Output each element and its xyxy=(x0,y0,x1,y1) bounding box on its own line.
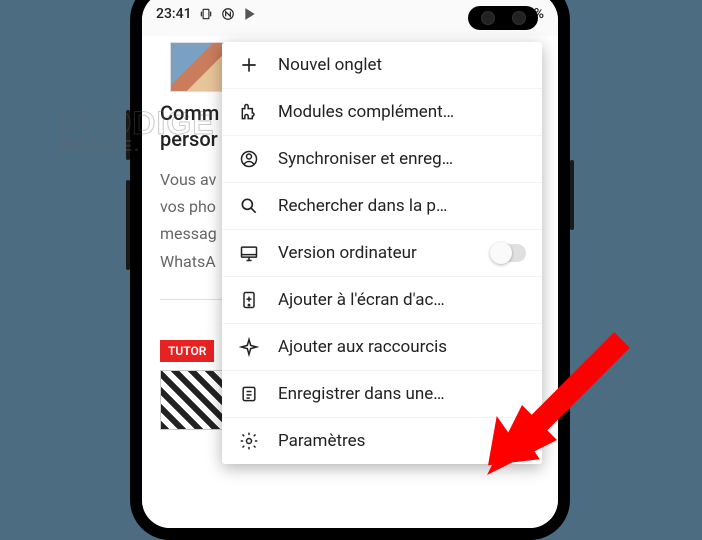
collection-icon xyxy=(238,383,260,405)
sparkle-icon xyxy=(238,336,260,358)
menu-label: Modules complément… xyxy=(278,102,526,122)
sync-user-icon xyxy=(238,148,260,170)
power-button[interactable] xyxy=(570,160,574,230)
desktop-icon xyxy=(238,242,260,264)
search-icon xyxy=(238,195,260,217)
menu-label: Nouvel onglet xyxy=(278,55,526,75)
screen: 23:41 75 % Comm xyxy=(142,0,558,528)
add-home-icon xyxy=(238,289,260,311)
menu-item-save-collection[interactable]: Enregistrer dans une… xyxy=(222,371,542,418)
phone-frame: 23:41 75 % Comm xyxy=(130,0,570,540)
menu-label: Version ordinateur xyxy=(278,243,472,263)
menu-item-add-shortcut[interactable]: Ajouter aux raccourcis xyxy=(222,324,542,371)
menu-item-add-home[interactable]: Ajouter à l'écran d'ac… xyxy=(222,277,542,324)
menu-item-settings[interactable]: Paramètres xyxy=(222,418,542,464)
article-thumbnail xyxy=(170,42,230,92)
menu-item-desktop-site[interactable]: Version ordinateur xyxy=(222,230,542,277)
menu-label: Enregistrer dans une… xyxy=(278,384,526,404)
plus-icon xyxy=(238,54,260,76)
clock: 23:41 xyxy=(156,6,192,22)
vibrate-icon xyxy=(198,6,214,22)
menu-label: Synchroniser et enreg… xyxy=(278,149,526,169)
menu-label: Ajouter aux raccourcis xyxy=(278,337,526,357)
menu-item-sync[interactable]: Synchroniser et enreg… xyxy=(222,136,542,183)
volume-up-button[interactable] xyxy=(126,110,130,160)
menu-label: Paramètres xyxy=(278,431,526,451)
camera-cutout xyxy=(468,6,538,30)
menu-label: Rechercher dans la p… xyxy=(278,196,526,216)
gear-icon xyxy=(238,430,260,452)
nfc-icon xyxy=(220,6,236,22)
menu-item-addons[interactable]: Modules complément… xyxy=(222,89,542,136)
menu-label: Ajouter à l'écran d'ac… xyxy=(278,290,526,310)
menu-item-new-tab[interactable]: Nouvel onglet xyxy=(222,42,542,89)
play-store-icon xyxy=(242,6,258,22)
puzzle-icon xyxy=(238,101,260,123)
category-tag[interactable]: TUTOR xyxy=(160,340,214,362)
browser-overflow-menu: Nouvel onglet Modules complément… Synchr… xyxy=(222,42,542,464)
desktop-site-toggle[interactable] xyxy=(490,244,526,262)
menu-item-find[interactable]: Rechercher dans la p… xyxy=(222,183,542,230)
volume-down-button[interactable] xyxy=(126,180,130,270)
